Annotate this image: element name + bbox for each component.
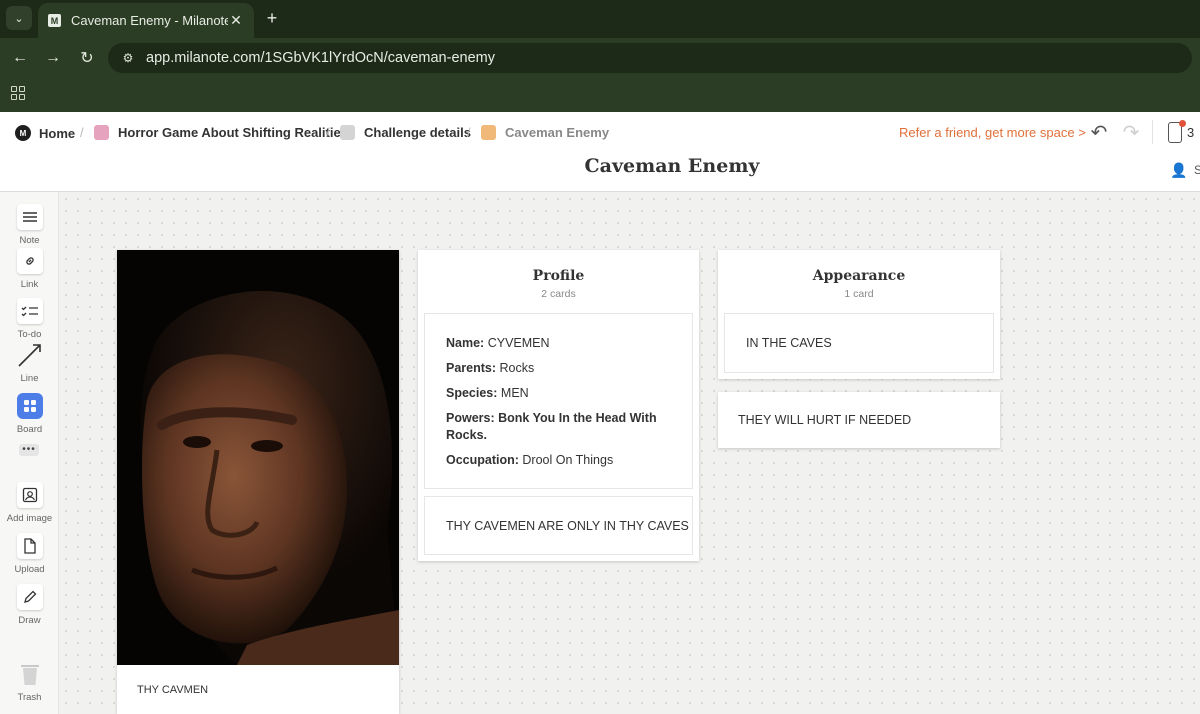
trash-icon — [17, 661, 43, 687]
browser-tab[interactable]: M Caveman Enemy - Milanote ✕ — [38, 3, 254, 38]
breadcrumb-challenge-details[interactable]: Challenge details — [340, 125, 471, 140]
breadcrumb-horror-game[interactable]: Horror Game About Shifting Realities — [94, 125, 348, 140]
profile-field-species: Species: MEN — [446, 386, 529, 400]
tool-draw[interactable]: Draw — [0, 584, 59, 626]
breadcrumb-caveman-enemy[interactable]: Caveman Enemy — [481, 125, 609, 140]
board-icon — [16, 393, 43, 419]
reload-icon[interactable]: ↻ — [76, 47, 98, 69]
image-icon — [16, 482, 43, 508]
profile-field-name: Name: CYVEMEN — [446, 336, 550, 350]
device-count: 3 — [1187, 125, 1195, 140]
tool-todo[interactable]: To-do — [0, 298, 59, 340]
file-icon — [16, 533, 43, 559]
forward-arrow-icon[interactable]: → — [42, 47, 64, 69]
column-title[interactable]: Appearance — [718, 268, 1000, 284]
tool-add-image[interactable]: Add image — [0, 482, 59, 524]
board-color-icon — [94, 125, 109, 140]
tool-upload[interactable]: Upload — [0, 533, 59, 575]
add-collaborator-icon[interactable]: 👤 — [1170, 162, 1188, 178]
close-tab-icon[interactable]: ✕ — [228, 12, 244, 29]
tab-search-icon[interactable]: ⌄ — [6, 6, 32, 30]
tool-line[interactable]: Line — [0, 342, 59, 384]
new-tab-icon[interactable]: + — [262, 8, 282, 28]
browser-tab-strip: ⌄ M Caveman Enemy - Milanote ✕ + — [0, 0, 1200, 38]
link-icon — [16, 248, 43, 274]
caveman-photo — [117, 250, 399, 665]
url-field[interactable]: ⚙ app.milanote.com/1SGbVK1lYrdOcN/cavema… — [108, 43, 1192, 73]
appearance-note[interactable]: IN THE CAVES — [724, 313, 994, 373]
tools-sidebar: Note Link To-do Line Board ••• Add image — [0, 192, 59, 714]
tool-link[interactable]: Link — [0, 248, 59, 290]
profile-caves-note[interactable]: THY CAVEMEN ARE ONLY IN THY CAVES — [424, 496, 693, 555]
image-card[interactable]: THY CAVMEN — [117, 250, 399, 714]
column-title[interactable]: Profile — [418, 268, 699, 284]
undo-icon[interactable]: ↶ — [1088, 121, 1110, 144]
tab-title: Caveman Enemy - Milanote — [71, 13, 228, 28]
free-note-card[interactable]: THEY WILL HURT IF NEEDED — [718, 392, 1000, 448]
column-card-count: 2 cards — [541, 288, 576, 300]
tool-trash[interactable]: Trash — [0, 661, 59, 703]
milanote-favicon-icon: M — [48, 14, 61, 27]
note-icon — [16, 204, 43, 230]
more-tools-button[interactable]: ••• — [19, 444, 39, 456]
board-header: M Home / Horror Game About Shifting Real… — [0, 112, 1200, 192]
url-text[interactable]: app.milanote.com/1SGbVK1lYrdOcN/caveman-… — [146, 50, 495, 66]
line-arrow-icon — [17, 342, 43, 368]
page-title[interactable]: Caveman Enemy — [0, 155, 1200, 177]
board-color-icon — [481, 125, 496, 140]
pencil-icon — [16, 584, 43, 610]
tool-board[interactable]: Board — [0, 393, 59, 435]
profile-field-parents: Parents: Rocks — [446, 361, 535, 375]
image-caption[interactable]: THY CAVMEN — [137, 684, 208, 696]
address-bar-row: ← → ↻ ⚙ app.milanote.com/1SGbVK1lYrdOcN/… — [0, 38, 1200, 78]
milanote-logo-icon: M — [15, 125, 31, 141]
tool-note[interactable]: Note — [0, 204, 59, 246]
back-arrow-icon[interactable]: ← — [9, 47, 31, 69]
appearance-column[interactable]: Appearance 1 card IN THE CAVES — [718, 250, 1000, 379]
share-button-partial[interactable]: S — [1194, 163, 1200, 177]
profile-column[interactable]: Profile 2 cards Name: CYVEMEN Parents: R… — [418, 250, 699, 561]
profile-field-occupation: Occupation: Drool On Things — [446, 453, 614, 467]
profile-details-note[interactable]: Name: CYVEMEN Parents: Rocks Species: ME… — [424, 313, 693, 489]
column-card-count: 1 card — [844, 288, 874, 300]
breadcrumb-home[interactable]: M Home — [15, 125, 75, 141]
notification-dot-icon — [1179, 120, 1186, 127]
redo-icon[interactable]: ↷ — [1120, 121, 1142, 144]
profile-field-powers: Powers: Bonk You In the Head With Rocks. — [446, 411, 657, 442]
bookmarks-bar — [0, 78, 1200, 112]
refer-friend-link[interactable]: Refer a friend, get more space > — [899, 125, 1086, 140]
checklist-icon — [16, 298, 43, 324]
board-color-icon — [340, 125, 355, 140]
apps-grid-icon[interactable] — [11, 86, 25, 100]
site-info-icon[interactable]: ⚙ — [120, 50, 136, 66]
